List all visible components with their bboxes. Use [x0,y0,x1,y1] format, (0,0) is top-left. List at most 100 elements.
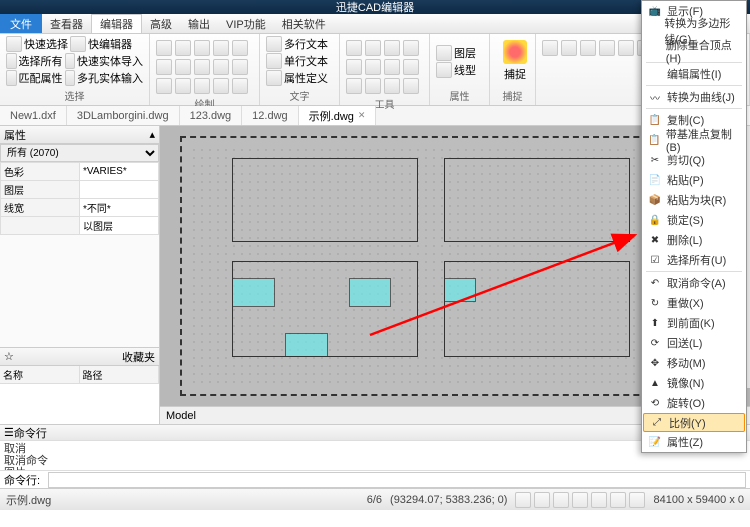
stext-icon[interactable] [266,53,282,69]
menu-item-icon: ↶ [648,276,662,290]
doc-tab[interactable]: 123.dwg [180,106,243,125]
draw-tool-icon[interactable] [156,78,172,94]
capture-button[interactable]: 捕捉 [496,36,534,86]
draw-tool-icon[interactable] [213,78,229,94]
select-all-icon[interactable] [6,53,17,69]
menu-viewer[interactable]: 查看器 [42,14,91,33]
attrdef-icon[interactable] [266,70,282,86]
file-menu[interactable]: 文件 [0,14,42,33]
context-menu-item[interactable]: ⬆到前面(K) [642,313,746,333]
draw-tool-icon[interactable] [175,78,191,94]
draw-tool-icon[interactable] [175,40,191,56]
tool-icon[interactable] [403,78,419,94]
tool-icon[interactable] [346,78,362,94]
draw-tool-icon[interactable] [175,59,191,75]
context-menu-item[interactable]: ⟲旋转(O) [642,393,746,413]
match-prop-icon[interactable] [6,70,17,86]
tool-icon[interactable] [403,59,419,75]
menu-editor[interactable]: 编辑器 [91,14,142,33]
menu-output[interactable]: 输出 [180,14,218,33]
menu-item-label: 到前面(K) [667,315,715,331]
doc-tab[interactable]: 12.dwg [242,106,298,125]
draw-tool-icon[interactable] [156,40,172,56]
context-menu-item[interactable]: ✖删除(L) [642,230,746,250]
property-filter[interactable]: 所有 (2070) [0,144,159,162]
tool-icon[interactable] [403,40,419,56]
draw-tool-icon[interactable] [232,59,248,75]
model-toggle-icon[interactable] [629,492,645,508]
status-filename: 示例.dwg [6,492,51,508]
status-coords: (93294.07; 5383.236; 0) [390,494,507,506]
menu-item-icon [648,44,661,58]
draw-tool-icon[interactable] [194,40,210,56]
context-menu-item[interactable]: 📝属性(Z) [642,432,746,452]
quick-select-icon[interactable] [6,36,22,52]
context-menu-item[interactable]: 删除重合顶点(H) [642,41,746,61]
tool-icon[interactable] [384,40,400,56]
menu-item-label: 删除重合顶点(H) [666,37,740,65]
context-menu-item[interactable]: 📦粘贴为块(R) [642,190,746,210]
ortho-toggle-icon[interactable] [553,492,569,508]
context-menu-item[interactable]: 📄粘贴(P) [642,170,746,190]
context-menu-item[interactable]: 📋带基准点复制(B) [642,130,746,150]
quick-edit-icon[interactable] [70,36,86,52]
context-menu-item[interactable]: ↻重做(X) [642,293,746,313]
draw-tool-icon[interactable] [194,78,210,94]
draw-tool-icon[interactable] [232,40,248,56]
misc-icon[interactable] [599,40,615,56]
doc-tab[interactable]: New1.dxf [0,106,67,125]
command-input[interactable] [48,472,746,488]
misc-icon[interactable] [561,40,577,56]
misc-icon[interactable] [580,40,596,56]
tool-icon[interactable] [384,59,400,75]
command-line-panel: ☰ 命令行 取消 取消命令 图片 图片 命令行: [0,424,750,488]
linetype-icon[interactable] [436,62,452,78]
layer-icon[interactable] [436,45,452,61]
osnap-toggle-icon[interactable] [591,492,607,508]
doc-tab[interactable]: 3DLamborgini.dwg [67,106,180,125]
tool-icon[interactable] [365,59,381,75]
tool-icon[interactable] [365,78,381,94]
draw-tool-icon[interactable] [213,40,229,56]
context-menu-item[interactable]: ▲镜像(N) [642,373,746,393]
properties-table: 色彩*VARIES* 图层 线宽*不同* 以图层 [0,162,159,235]
panel-toggle-icon[interactable]: ▴ [149,128,155,141]
polar-toggle-icon[interactable] [572,492,588,508]
menu-item-icon: 📋 [648,133,661,147]
tool-icon[interactable] [346,40,362,56]
workspace: 属性▴ 所有 (2070) 色彩*VARIES* 图层 线宽*不同* 以图层 ☆… [0,126,750,424]
draw-tool-icon[interactable] [232,78,248,94]
context-menu-item[interactable]: ↶取消命令(A) [642,273,746,293]
draw-tool-icon[interactable] [194,59,210,75]
draw-tool-icon[interactable] [156,59,172,75]
context-menu-item[interactable]: ☑选择所有(U) [642,250,746,270]
grid-toggle-icon[interactable] [534,492,550,508]
doc-tab-active[interactable]: 示例.dwg✕ [299,106,377,125]
mtext-icon[interactable] [266,36,282,52]
context-menu-item[interactable]: ✥移动(M) [642,353,746,373]
tool-icon[interactable] [384,78,400,94]
draw-tool-icon[interactable] [213,59,229,75]
context-menu-item[interactable]: 编辑属性(I) [642,64,746,84]
menu-item-icon: ⟳ [648,336,662,350]
misc-icon[interactable] [542,40,558,56]
lwt-toggle-icon[interactable] [610,492,626,508]
menu-advanced[interactable]: 高级 [142,14,180,33]
menu-vip[interactable]: VIP功能 [218,14,274,33]
ribbon: 快速选择 快编辑器 选择所有 快速实体导入 匹配属性 多孔实体输入 选择 绘制 … [0,34,750,106]
import-icon[interactable] [65,53,76,69]
misc-icon[interactable] [618,40,634,56]
menu-item-label: 剪切(Q) [667,152,705,168]
menu-item-label: 选择所有(U) [667,252,726,268]
left-panel: 属性▴ 所有 (2070) 色彩*VARIES* 图层 线宽*不同* 以图层 ☆… [0,126,160,424]
context-menu-item[interactable]: ⟳回送(L) [642,333,746,353]
context-menu-item[interactable]: 〰转换为曲线(J) [642,87,746,107]
context-menu-item[interactable]: 🔒锁定(S) [642,210,746,230]
tool-icon[interactable] [365,40,381,56]
snap-toggle-icon[interactable] [515,492,531,508]
context-menu-item[interactable]: ⤢比例(Y) [643,413,745,432]
close-icon[interactable]: ✕ [358,110,366,121]
tool-icon[interactable] [346,59,362,75]
menu-related[interactable]: 相关软件 [274,14,334,33]
multi-input-icon[interactable] [65,70,76,86]
